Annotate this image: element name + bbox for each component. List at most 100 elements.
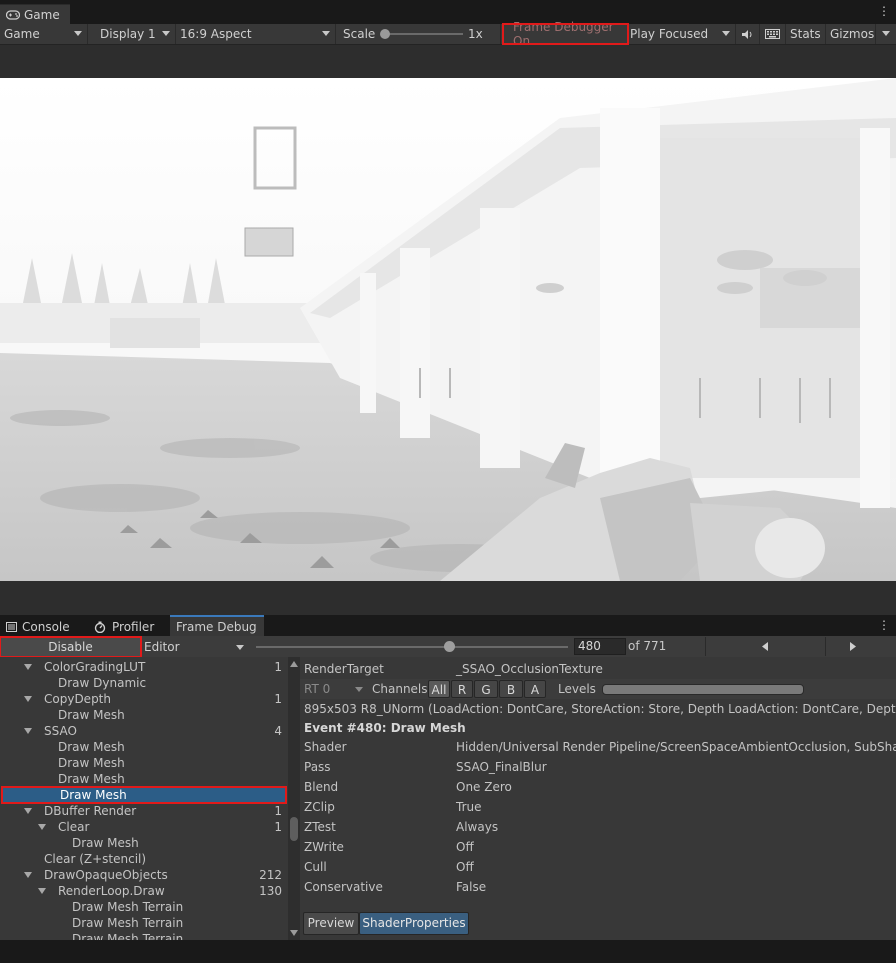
tree-row-label: RenderLoop.Draw bbox=[58, 884, 165, 898]
tree-row[interactable]: Draw Mesh bbox=[0, 835, 288, 851]
play-mode-dropdown[interactable]: Play Focused bbox=[626, 24, 736, 44]
tree-row[interactable]: Draw Mesh bbox=[0, 707, 288, 723]
tree-row[interactable]: Clear 1 bbox=[0, 819, 288, 835]
aspect-label: 16:9 Aspect bbox=[180, 27, 252, 41]
game-mode-label: Game bbox=[4, 27, 40, 41]
tree-row-label: Draw Mesh bbox=[58, 756, 125, 770]
tree-row[interactable]: Draw Mesh bbox=[0, 771, 288, 787]
game-toolbar: Game Display 1 16:9 Aspect Scale 1x Fram… bbox=[0, 20, 896, 48]
tree-row[interactable]: Draw Mesh Terrain bbox=[0, 931, 288, 940]
frame-debugger-on-toggle[interactable]: Frame Debugger On bbox=[502, 20, 629, 48]
panel-tab-bar: Console Profiler Frame Debug ⋮ bbox=[0, 615, 896, 636]
tab-profiler[interactable]: Profiler bbox=[88, 618, 160, 636]
tree-row[interactable]: Clear (Z+stencil) bbox=[0, 851, 288, 867]
tree-row[interactable]: DBuffer Render 1 bbox=[0, 803, 288, 819]
property-value: Off bbox=[456, 860, 474, 874]
tree-row-label: ColorGradingLUT bbox=[44, 660, 146, 674]
scroll-up-icon[interactable] bbox=[290, 661, 298, 667]
tab-console[interactable]: Console bbox=[0, 618, 76, 636]
game-viewport[interactable] bbox=[0, 78, 896, 581]
disable-button[interactable]: Disable bbox=[0, 636, 142, 658]
property-row: ZTest Always bbox=[300, 817, 896, 837]
next-event-button[interactable] bbox=[825, 637, 896, 656]
channel-r-button[interactable]: R bbox=[451, 680, 473, 698]
scale-slider-thumb[interactable] bbox=[380, 29, 390, 39]
expand-arrow-icon[interactable] bbox=[24, 808, 32, 814]
chevron-left-icon bbox=[762, 642, 768, 651]
render-target-row: RenderTarget _SSAO_OcclusionTexture bbox=[300, 659, 896, 679]
scroll-down-icon[interactable] bbox=[290, 930, 298, 936]
channel-b-button[interactable]: B bbox=[499, 680, 523, 698]
game-tab[interactable]: Game bbox=[0, 4, 70, 24]
aspect-dropdown[interactable]: 16:9 Aspect bbox=[176, 24, 336, 44]
display-label: Display 1 bbox=[100, 27, 156, 41]
tree-row-count: 212 bbox=[259, 868, 282, 882]
tree-row[interactable]: Draw Mesh bbox=[1, 786, 287, 804]
display-dropdown[interactable]: Display 1 bbox=[96, 24, 176, 44]
event-title: Event #480: Draw Mesh bbox=[304, 721, 466, 735]
tree-row[interactable]: Draw Mesh bbox=[0, 755, 288, 771]
property-key: ZClip bbox=[304, 800, 335, 814]
tree-row[interactable]: ColorGradingLUT 1 bbox=[0, 659, 288, 675]
tab-frame-debug-label: Frame Debug bbox=[176, 619, 257, 634]
tree-row-label: Clear (Z+stencil) bbox=[44, 852, 147, 866]
preview-tab-button[interactable]: Preview bbox=[303, 912, 359, 935]
channel-a-label: A bbox=[530, 683, 540, 697]
expand-arrow-icon[interactable] bbox=[24, 664, 32, 670]
property-row: Cull Off bbox=[300, 857, 896, 877]
tree-row[interactable]: Draw Mesh Terrain bbox=[0, 915, 288, 931]
game-tab-menu-icon[interactable]: ⋮ bbox=[878, 4, 890, 18]
gizmos-dropdown[interactable] bbox=[876, 24, 896, 44]
levels-range-slider[interactable] bbox=[602, 684, 804, 695]
channel-g-label: G bbox=[481, 683, 491, 697]
panel-menu-icon[interactable]: ⋮ bbox=[878, 618, 890, 632]
expand-arrow-icon[interactable] bbox=[38, 888, 46, 894]
event-details-pane: RenderTarget _SSAO_OcclusionTexture RT 0… bbox=[300, 657, 896, 940]
expand-arrow-icon[interactable] bbox=[24, 696, 32, 702]
levels-label: Levels bbox=[558, 682, 596, 696]
tab-frame-debug[interactable]: Frame Debug bbox=[170, 615, 264, 636]
channel-all-button[interactable]: All bbox=[428, 680, 450, 698]
game-mode-dropdown[interactable]: Game bbox=[0, 24, 88, 44]
format-line: 895x503 R8_UNorm (LoadAction: DontCare, … bbox=[304, 702, 896, 716]
tree-scrollbar[interactable] bbox=[288, 657, 300, 940]
expand-arrow-icon[interactable] bbox=[24, 872, 32, 878]
tree-row[interactable]: CopyDepth 1 bbox=[0, 691, 288, 707]
scale-slider-track[interactable] bbox=[385, 33, 463, 35]
tree-row[interactable]: Draw Dynamic bbox=[0, 675, 288, 691]
shader-properties-label: ShaderProperties bbox=[362, 916, 466, 930]
event-total: of 771 bbox=[628, 639, 667, 653]
rt-select-dropdown[interactable]: RT 0 bbox=[302, 680, 368, 698]
tree-row-label: Draw Mesh bbox=[58, 772, 125, 786]
tree-row[interactable]: RenderLoop.Draw 130 bbox=[0, 883, 288, 899]
scale-value: 1x bbox=[468, 27, 483, 41]
property-key: Cull bbox=[304, 860, 327, 874]
property-row: Conservative False bbox=[300, 877, 896, 897]
expand-arrow-icon[interactable] bbox=[38, 824, 46, 830]
channel-a-button[interactable]: A bbox=[524, 680, 546, 698]
shader-properties-tab-button[interactable]: ShaderProperties bbox=[359, 912, 469, 935]
tree-row[interactable]: SSAO 4 bbox=[0, 723, 288, 739]
event-slider-thumb[interactable] bbox=[444, 641, 456, 652]
gizmos-button[interactable]: Gizmos bbox=[826, 24, 876, 44]
expand-arrow-icon[interactable] bbox=[24, 728, 32, 734]
property-value: Always bbox=[456, 820, 499, 834]
event-slider-track[interactable] bbox=[256, 646, 568, 648]
tree-scrollbar-thumb[interactable] bbox=[290, 817, 298, 841]
target-dropdown[interactable]: Editor bbox=[141, 637, 249, 657]
property-key: Pass bbox=[304, 760, 331, 774]
property-value: False bbox=[456, 880, 487, 894]
tree-row[interactable]: Draw Mesh Terrain bbox=[0, 899, 288, 915]
event-index-value: 480 bbox=[578, 639, 601, 653]
tree-row[interactable]: Draw Mesh bbox=[0, 739, 288, 755]
channel-g-button[interactable]: G bbox=[474, 680, 498, 698]
event-index-field[interactable]: 480 bbox=[574, 638, 626, 655]
previous-event-button[interactable] bbox=[705, 637, 826, 656]
gamepad-icon bbox=[6, 9, 20, 20]
keyboard-button[interactable] bbox=[760, 24, 786, 44]
tree-row[interactable]: DrawOpaqueObjects 212 bbox=[0, 867, 288, 883]
property-row: ZWrite Off bbox=[300, 837, 896, 857]
channel-r-label: R bbox=[457, 683, 467, 697]
stats-button[interactable]: Stats bbox=[786, 24, 826, 44]
mute-audio-button[interactable] bbox=[736, 24, 760, 44]
